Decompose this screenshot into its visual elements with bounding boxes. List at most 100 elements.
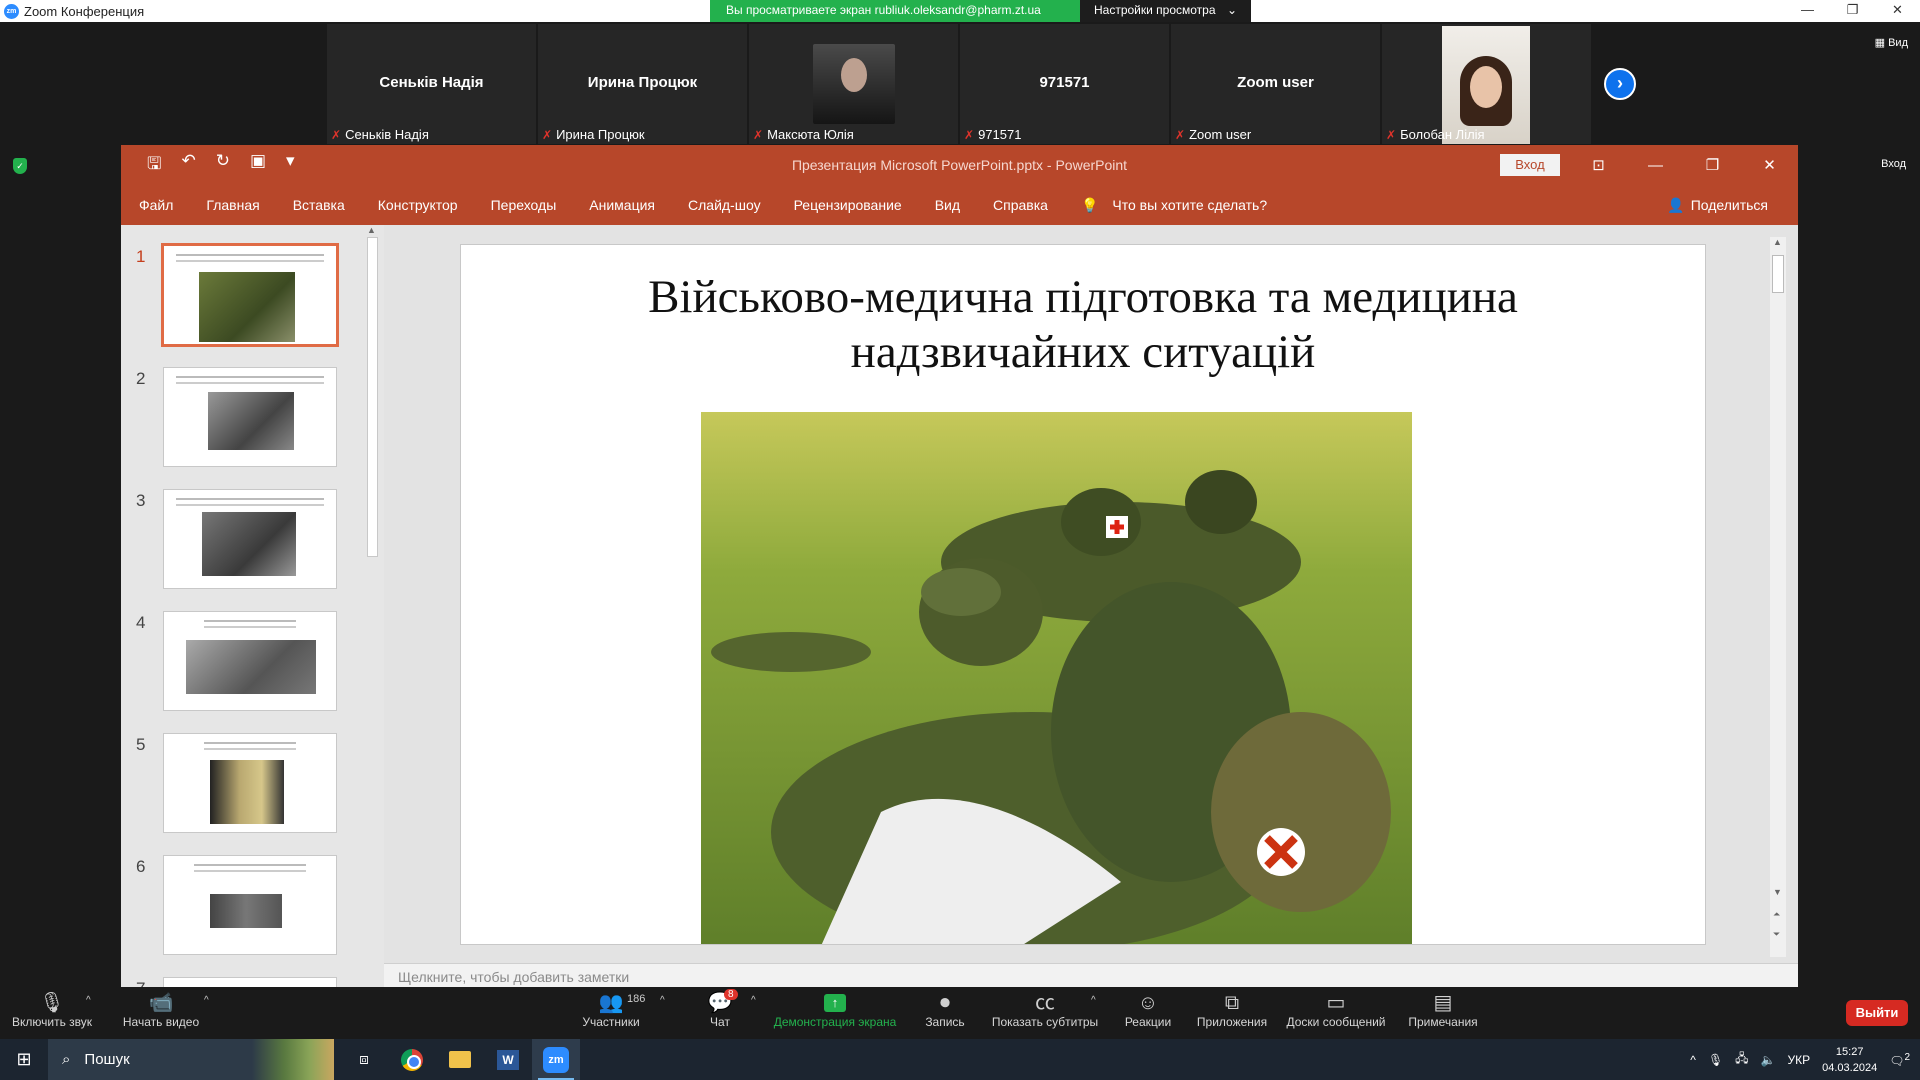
- tab-transitions[interactable]: Переходы: [491, 197, 557, 213]
- language-indicator[interactable]: УКР: [1788, 1053, 1811, 1067]
- slide-thumbnail[interactable]: 4: [121, 611, 348, 721]
- tab-file[interactable]: Файл: [139, 197, 173, 213]
- ppt-restore-button[interactable]: ❐: [1684, 156, 1741, 174]
- next-slide-icon[interactable]: ⏷: [1773, 929, 1780, 940]
- chat-chevron-icon[interactable]: ^: [751, 995, 756, 1006]
- scrollbar-thumb[interactable]: [367, 237, 378, 557]
- microphone-icon[interactable]: 🎙: [1708, 1053, 1723, 1067]
- volume-icon[interactable]: 🔈: [1761, 1053, 1776, 1067]
- network-icon[interactable]: 🖧: [1735, 1049, 1748, 1070]
- slide-photo-soldiers[interactable]: [701, 412, 1412, 944]
- slide-title[interactable]: Військово-медична підготовка та медицина…: [521, 270, 1645, 380]
- windows-start-icon[interactable]: ⊞: [0, 1039, 48, 1080]
- share-label: Поделиться: [1690, 197, 1768, 213]
- current-slide[interactable]: Військово-медична підготовка та медицина…: [460, 244, 1706, 945]
- encryption-shield-icon[interactable]: ✓: [13, 158, 27, 174]
- tell-me-box[interactable]: 💡 Что вы хотите сделать?: [1081, 197, 1267, 214]
- notes-button[interactable]: ▤ Примечания: [1402, 991, 1484, 1029]
- start-video-label: Начать видео: [122, 1015, 200, 1029]
- mic-muted-icon: ✗: [331, 127, 342, 142]
- scroll-up-icon[interactable]: ▲: [1773, 237, 1782, 247]
- tab-design[interactable]: Конструктор: [378, 197, 458, 213]
- whiteboards-label: Доски сообщений: [1286, 1015, 1386, 1029]
- slide-thumbnail[interactable]: 3: [121, 489, 348, 599]
- participant-tile[interactable]: Ирина Процюк ✗ Ирина Процюк: [538, 24, 747, 144]
- close-button[interactable]: ✕: [1875, 0, 1920, 22]
- view-button[interactable]: ▦ Вид: [1875, 36, 1908, 49]
- notes-pane[interactable]: Щелкните, чтобы добавить заметки: [384, 963, 1798, 987]
- apps-button[interactable]: ⧉ Приложения: [1194, 991, 1270, 1029]
- clock[interactable]: 15:27 04.03.2024: [1822, 1044, 1877, 1076]
- record-button[interactable]: ⏺ Запись: [918, 991, 972, 1029]
- participants-chevron-icon[interactable]: ^: [660, 995, 665, 1006]
- slide-thumbnail[interactable]: 6: [121, 855, 348, 965]
- slide-thumbnail[interactable]: 5: [121, 733, 348, 843]
- system-tray: ^ 🎙 🖧 🔈 УКР 15:27 04.03.2024 🗨2: [1690, 1039, 1920, 1080]
- slide-thumbnails-pane: 1 2 3 4 5 6 7: [121, 225, 348, 987]
- search-icon: ⌕: [62, 1051, 71, 1068]
- participant-name: Болобан Лілія: [1400, 127, 1485, 142]
- participant-tile[interactable]: ✗ Болобан Лілія: [1382, 24, 1591, 144]
- video-options-chevron-icon[interactable]: ^: [204, 995, 209, 1006]
- leave-button[interactable]: Выйти: [1846, 1000, 1908, 1026]
- participant-tile[interactable]: Сеньків Надія ✗ Сеньків Надія: [327, 24, 536, 144]
- zoom-app[interactable]: zm: [532, 1039, 580, 1080]
- word-app[interactable]: W: [484, 1039, 532, 1080]
- tab-slideshow[interactable]: Слайд-шоу: [688, 197, 761, 213]
- mic-muted-icon: ✗: [753, 127, 764, 142]
- share-screen-button[interactable]: ↑ Демонстрация экрана: [772, 991, 898, 1029]
- tab-view[interactable]: Вид: [935, 197, 960, 213]
- ppt-close-button[interactable]: ✕: [1741, 156, 1798, 174]
- tab-home[interactable]: Главная: [206, 197, 259, 213]
- taskbar-search[interactable]: ⌕ Пошук: [48, 1039, 334, 1080]
- whiteboards-button[interactable]: ▭ Доски сообщений: [1284, 991, 1388, 1029]
- slide-thumbnail[interactable]: 2: [121, 367, 348, 477]
- restore-button[interactable]: ❐: [1830, 0, 1875, 22]
- view-options-dropdown[interactable]: Настройки просмотра ⌄: [1080, 0, 1251, 22]
- task-view-icon[interactable]: ⧈: [340, 1039, 388, 1080]
- ribbon-display-options-icon[interactable]: ⊡: [1570, 156, 1627, 174]
- notifications-icon[interactable]: 🗨2: [1889, 1052, 1910, 1068]
- slide-thumbnail[interactable]: 1: [121, 243, 348, 355]
- tab-help[interactable]: Справка: [993, 197, 1048, 213]
- slide-number: 5: [136, 735, 146, 754]
- participant-name-tag: ✗ Ирина Процюк: [542, 127, 645, 142]
- scroll-up-icon[interactable]: ▲: [367, 225, 376, 235]
- chrome-app[interactable]: [388, 1039, 436, 1080]
- side-signin-link[interactable]: Вход: [1881, 158, 1906, 170]
- gallery-next-arrow-icon[interactable]: ›: [1604, 68, 1636, 100]
- slide-thumbnail[interactable]: 7: [121, 977, 348, 987]
- previous-slide-icon[interactable]: ⏶: [1773, 909, 1780, 920]
- editor-scrollbar[interactable]: ▲ ▼ ⏶ ⏷: [1770, 237, 1786, 957]
- slide-title-line: надзвичайних ситуацій: [850, 326, 1316, 378]
- participant-tile[interactable]: ✗ Максюта Юлія: [749, 24, 958, 144]
- apps-label: Приложения: [1196, 1015, 1268, 1029]
- reactions-button[interactable]: ☺ Реакции: [1120, 991, 1176, 1029]
- ppt-signin-button[interactable]: Вход: [1500, 154, 1560, 176]
- participant-tile[interactable]: Zoom user ✗ Zoom user: [1171, 24, 1380, 144]
- audio-options-chevron-icon[interactable]: ^: [86, 995, 91, 1006]
- thumbnail-card: [163, 733, 337, 833]
- tray-chevron-up-icon[interactable]: ^: [1690, 1053, 1696, 1067]
- participant-tile[interactable]: 971571 ✗ 971571: [960, 24, 1169, 144]
- start-video-button[interactable]: 📹 Начать видео: [118, 991, 204, 1029]
- tab-insert[interactable]: Вставка: [293, 197, 345, 213]
- minimize-button[interactable]: —: [1785, 0, 1830, 22]
- tell-me-label: Что вы хотите сделать?: [1112, 197, 1268, 213]
- slide-number: 7: [136, 979, 145, 987]
- tab-review[interactable]: Рецензирование: [794, 197, 902, 213]
- captions-button[interactable]: ㏄ Показать субтитры: [990, 991, 1100, 1029]
- scrollbar-thumb[interactable]: [1772, 255, 1784, 293]
- share-button[interactable]: 👤 Поделиться: [1667, 197, 1768, 214]
- tab-animations[interactable]: Анимация: [589, 197, 655, 213]
- captions-chevron-icon[interactable]: ^: [1091, 995, 1096, 1006]
- participant-gallery: Сеньків Надія ✗ Сеньків Надія Ирина Процю…: [327, 24, 1591, 144]
- file-explorer-app[interactable]: [436, 1039, 484, 1080]
- slide-number: 2: [136, 369, 146, 388]
- thumbnail-card: [163, 855, 337, 955]
- thumbnails-scrollbar[interactable]: ▲: [364, 225, 381, 987]
- scroll-down-icon[interactable]: ▼: [1773, 887, 1782, 897]
- ppt-window-controls: ⊡ — ❐ ✕: [1570, 145, 1798, 185]
- unmute-button[interactable]: 🎙 Включить звук: [8, 991, 96, 1029]
- ppt-minimize-button[interactable]: —: [1627, 157, 1684, 174]
